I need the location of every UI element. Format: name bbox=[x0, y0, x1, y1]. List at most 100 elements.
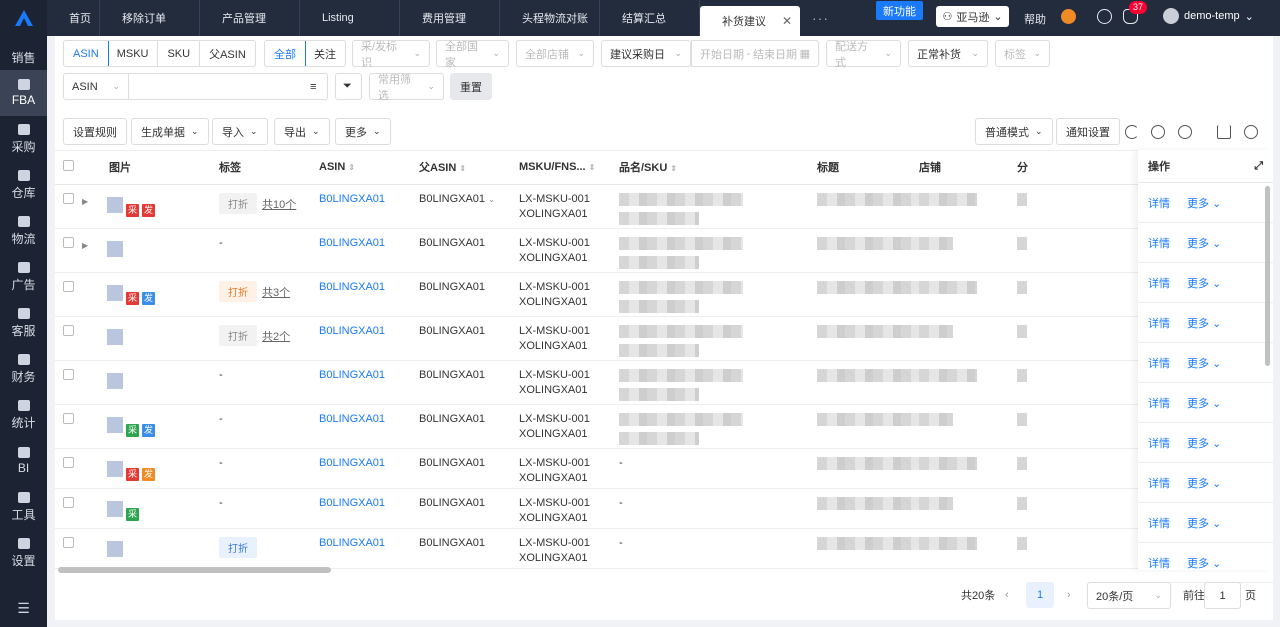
info-icon[interactable] bbox=[1151, 125, 1165, 139]
row-checkbox[interactable] bbox=[63, 496, 74, 508]
table-row[interactable]: 打折 共2个 B0LINGXA01 B0LINGXA01 LX-MSKU-001 XOLI… bbox=[55, 316, 1273, 361]
help-link[interactable]: 帮助 bbox=[1024, 11, 1046, 27]
goto-page-input[interactable]: 1 bbox=[1204, 582, 1241, 609]
expand-icon[interactable]: ▶ bbox=[82, 197, 88, 206]
asin-link[interactable]: B0LINGXA01 bbox=[319, 413, 385, 425]
download-icon[interactable] bbox=[1217, 125, 1231, 139]
sort-icon[interactable]: ⇕ bbox=[670, 164, 677, 173]
replenish-type-select[interactable]: 正常补货 ⌄ bbox=[908, 40, 988, 67]
expand-icon[interactable]: ▶ bbox=[82, 241, 88, 250]
more-actions-link[interactable]: 更多 ⌄ bbox=[1187, 515, 1221, 531]
product-image[interactable] bbox=[107, 500, 123, 517]
import-button[interactable]: 导入 ⌄ bbox=[212, 118, 268, 145]
tag-count-link[interactable]: 共10个 bbox=[262, 199, 296, 211]
product-image[interactable] bbox=[107, 240, 123, 257]
country-select[interactable]: 全部国家 ⌄ bbox=[436, 40, 509, 69]
detail-link[interactable]: 详情 bbox=[1148, 355, 1170, 371]
nav-item-finance[interactable]: 财务 bbox=[0, 346, 47, 392]
common-filter-select[interactable]: 常用筛选 ⌄ bbox=[369, 73, 444, 102]
sort-icon[interactable]: ⇕ bbox=[348, 163, 355, 172]
row-checkbox[interactable] bbox=[63, 236, 74, 248]
tab-listing[interactable]: Listing bbox=[300, 0, 400, 36]
row-checkbox[interactable] bbox=[63, 412, 74, 424]
nav-item-fba[interactable]: FBA bbox=[0, 70, 47, 116]
detail-link[interactable]: 详情 bbox=[1148, 435, 1170, 451]
column-settings-icon[interactable] bbox=[1244, 125, 1258, 139]
pur-ship-tag-select[interactable]: 采/发标识 ⌄ bbox=[352, 40, 430, 69]
segment-msku[interactable]: MSKU bbox=[108, 41, 159, 66]
more-actions-link[interactable]: 更多 ⌄ bbox=[1187, 555, 1221, 571]
row-checkbox[interactable] bbox=[63, 324, 74, 336]
notify-settings-button[interactable]: 通知设置 bbox=[1056, 118, 1120, 145]
product-image[interactable] bbox=[107, 196, 123, 213]
row-checkbox[interactable] bbox=[63, 280, 74, 292]
new-feature-button[interactable]: 新功能 bbox=[876, 1, 923, 20]
product-image[interactable] bbox=[107, 372, 123, 389]
segment-follow[interactable]: 关注 bbox=[305, 41, 345, 66]
close-icon[interactable]: ✕ bbox=[782, 14, 792, 28]
table-row[interactable]: ▶ - B0LINGXA01 B0LINGXA01 LX-MSKU-001 XOLINGX… bbox=[55, 228, 1273, 273]
export-button[interactable]: 导出 ⌄ bbox=[274, 118, 330, 145]
col-parent-asin[interactable]: 父ASIN ⇕ bbox=[419, 151, 519, 185]
nav-item-sales[interactable]: 销售 bbox=[0, 36, 47, 70]
fullscreen-icon[interactable]: ⤢ bbox=[1254, 160, 1263, 173]
more-actions-link[interactable]: 更多 ⌄ bbox=[1187, 435, 1221, 451]
col-asin[interactable]: ASIN ⇕ bbox=[319, 151, 419, 185]
product-image[interactable] bbox=[107, 460, 123, 477]
help-icon[interactable] bbox=[1178, 125, 1192, 139]
more-tabs-icon[interactable]: ··· bbox=[800, 10, 841, 26]
asin-link[interactable]: B0LINGXA01 bbox=[319, 325, 385, 337]
product-image[interactable] bbox=[107, 328, 123, 345]
asin-link[interactable]: B0LINGXA01 bbox=[319, 537, 385, 549]
product-image[interactable] bbox=[107, 284, 123, 301]
segment-sku[interactable]: SKU bbox=[158, 41, 201, 66]
table-row[interactable]: ▶ 采发打折 共10个 B0LINGXA01 B0LINGXA01 ⌄ LX-MSKU-0… bbox=[55, 184, 1273, 229]
detail-link[interactable]: 详情 bbox=[1148, 195, 1170, 211]
customer-service-icon[interactable] bbox=[1061, 9, 1076, 24]
reset-button[interactable]: 重置 bbox=[450, 73, 492, 100]
detail-link[interactable]: 详情 bbox=[1148, 515, 1170, 531]
more-actions-link[interactable]: 更多 ⌄ bbox=[1187, 355, 1221, 371]
date-range-picker[interactable]: 开始日期 - 结束日期 ▦ bbox=[691, 40, 819, 67]
collapse-menu-icon[interactable]: ☰ bbox=[0, 600, 47, 617]
store-select[interactable]: 全部店铺 ⌄ bbox=[516, 40, 594, 67]
asin-link[interactable]: B0LINGXA01 bbox=[319, 281, 385, 293]
row-checkbox[interactable] bbox=[63, 192, 74, 204]
more-actions-link[interactable]: 更多 ⌄ bbox=[1187, 315, 1221, 331]
app-logo[interactable] bbox=[0, 0, 47, 36]
nav-item-purchase[interactable]: 采购 bbox=[0, 116, 47, 162]
detail-link[interactable]: 详情 bbox=[1148, 395, 1170, 411]
more-actions-link[interactable]: 更多 ⌄ bbox=[1187, 235, 1221, 251]
nav-item-warehouse[interactable]: 仓库 bbox=[0, 162, 47, 208]
page-1[interactable]: 1 bbox=[1026, 582, 1054, 608]
nav-item-logistics[interactable]: 物流 bbox=[0, 208, 47, 254]
nav-item-service[interactable]: 客服 bbox=[0, 300, 47, 346]
chevron-down-icon[interactable]: ⌄ bbox=[488, 195, 495, 204]
filter-icon[interactable]: ⏷ bbox=[335, 73, 362, 100]
product-image[interactable] bbox=[107, 416, 123, 433]
detail-link[interactable]: 详情 bbox=[1148, 315, 1170, 331]
tab-home[interactable]: 首页 bbox=[47, 0, 100, 36]
more-actions-link[interactable]: 更多 ⌄ bbox=[1187, 395, 1221, 411]
date-type-select[interactable]: 建议采购日 ⌄ bbox=[601, 40, 691, 67]
mode-select[interactable]: 普通模式 ⌄ bbox=[975, 118, 1053, 145]
page-size-select[interactable]: 20条/页 ⌄ bbox=[1087, 582, 1171, 609]
select-all-checkbox[interactable] bbox=[63, 160, 74, 172]
nav-item-bi[interactable]: BI bbox=[0, 438, 47, 484]
segment-parent-asin[interactable]: 父ASIN bbox=[200, 41, 255, 66]
table-row[interactable]: 采发打折 共3个 B0LINGXA01 B0LINGXA01 LX-MSKU-001 XO… bbox=[55, 272, 1273, 317]
more-button[interactable]: 更多 ⌄ bbox=[335, 118, 391, 145]
table-row[interactable]: 打折 B0LINGXA01 B0LINGXA01 LX-MSKU-001 XOLINGX… bbox=[55, 528, 1273, 569]
more-actions-link[interactable]: 更多 ⌄ bbox=[1187, 195, 1221, 211]
ship-method-select[interactable]: 配送方式 ⌄ bbox=[826, 40, 901, 69]
table-row[interactable]: 采发 - B0LINGXA01 B0LINGXA01 LX-MSKU-001 XOLING… bbox=[55, 448, 1273, 489]
search-field-select[interactable]: ASIN ⌄ bbox=[63, 73, 129, 100]
next-page-icon[interactable]: › bbox=[1067, 582, 1071, 608]
detail-link[interactable]: 详情 bbox=[1148, 275, 1170, 291]
table-row[interactable]: 采 - B0LINGXA01 B0LINGXA01 LX-MSKU-001 XOLINGX… bbox=[55, 488, 1273, 529]
nav-item-stats[interactable]: 统计 bbox=[0, 392, 47, 438]
asin-link[interactable]: B0LINGXA01 bbox=[319, 497, 385, 509]
segment-all[interactable]: 全部 bbox=[265, 41, 306, 66]
row-checkbox[interactable] bbox=[63, 536, 74, 548]
batch-search-icon[interactable]: ≡ bbox=[306, 76, 326, 97]
